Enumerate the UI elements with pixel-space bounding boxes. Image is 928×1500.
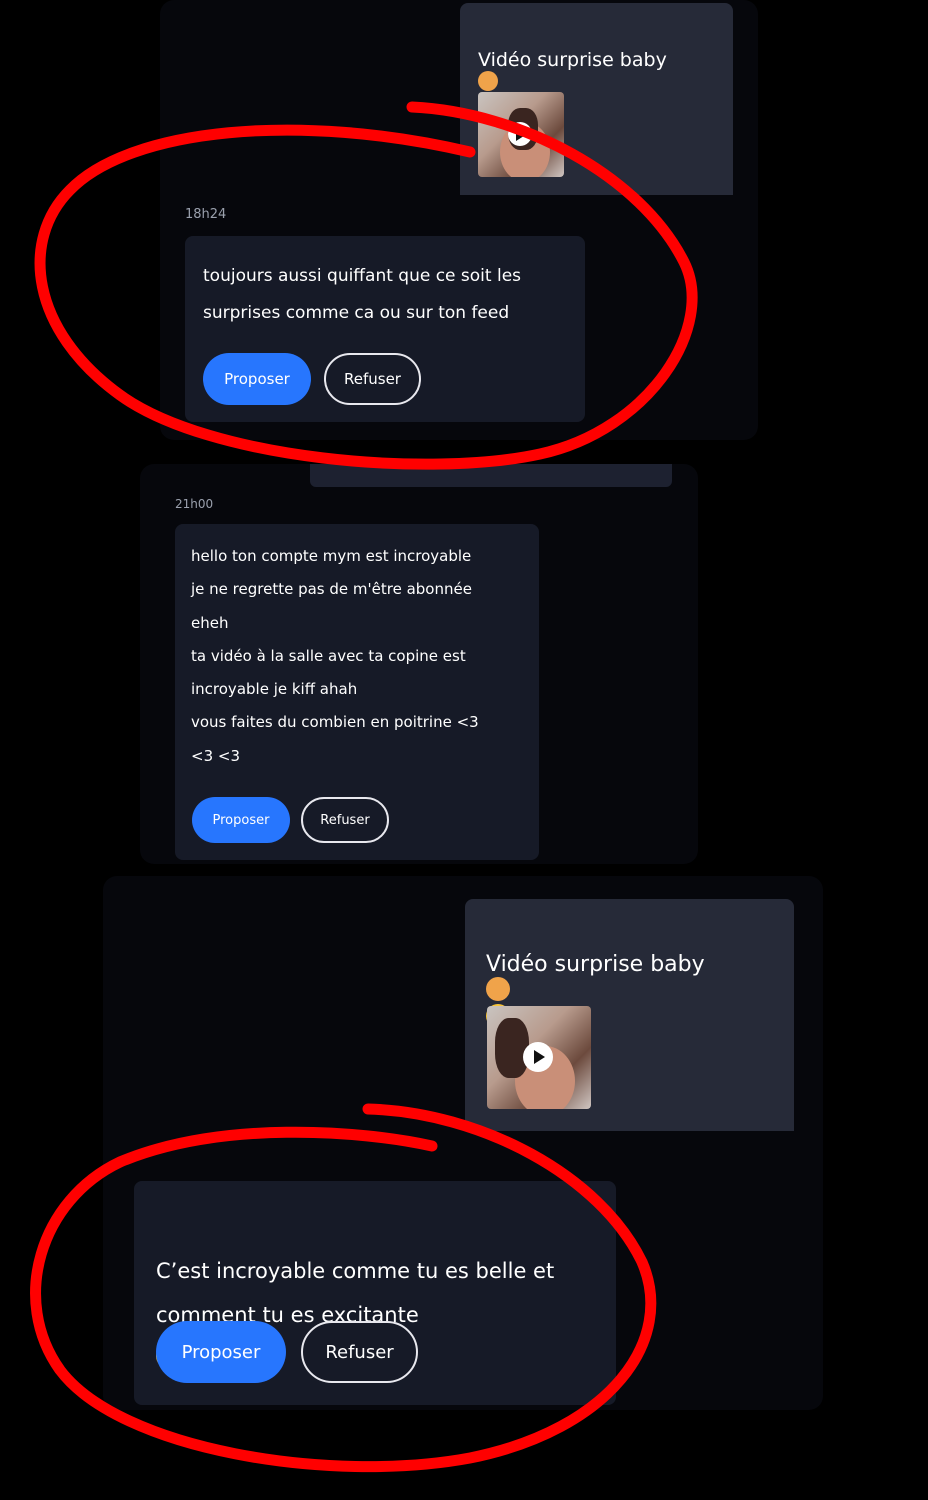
refuse-button-2[interactable]: Refuser: [301, 797, 389, 843]
video-thumbnail[interactable]: [487, 1006, 591, 1109]
outgoing-message-1: Vidéo surprise baby: [460, 3, 733, 195]
incoming-message-3: C’est incroyable comme tu es belle et co…: [134, 1181, 616, 1405]
timestamp-2: 21h00: [175, 497, 214, 511]
refuse-button-3[interactable]: Refuser: [301, 1321, 418, 1383]
flushed-face-emoji: [478, 71, 498, 91]
previous-bubble-edge: [310, 464, 672, 487]
incoming-message-2-text: hello ton compte mym est incroyable je n…: [191, 547, 479, 765]
outgoing-message-2-text: Vidéo surprise baby: [486, 952, 705, 977]
propose-button-3[interactable]: Proposer: [156, 1321, 286, 1383]
video-thumbnail[interactable]: [478, 92, 564, 177]
play-icon[interactable]: [523, 1042, 553, 1072]
timestamp-1: 18h24: [185, 207, 227, 222]
incoming-message-1: toujours aussi quiffant que ce soit les …: [185, 236, 585, 422]
incoming-message-2: hello ton compte mym est incroyable je n…: [175, 524, 539, 860]
thumbnail-hair: [495, 1018, 529, 1078]
outgoing-message-2: Vidéo surprise baby: [465, 899, 794, 1131]
propose-button-2[interactable]: Proposer: [192, 797, 290, 843]
outgoing-message-1-text: Vidéo surprise baby: [478, 49, 667, 71]
flushed-face-emoji: [486, 977, 510, 1001]
refuse-button-1[interactable]: Refuser: [324, 353, 421, 405]
play-icon[interactable]: [508, 122, 532, 146]
propose-button-1[interactable]: Proposer: [203, 353, 311, 405]
incoming-message-3-text: C’est incroyable comme tu es belle et co…: [156, 1259, 555, 1327]
incoming-message-1-text: toujours aussi quiffant que ce soit les …: [203, 266, 522, 323]
